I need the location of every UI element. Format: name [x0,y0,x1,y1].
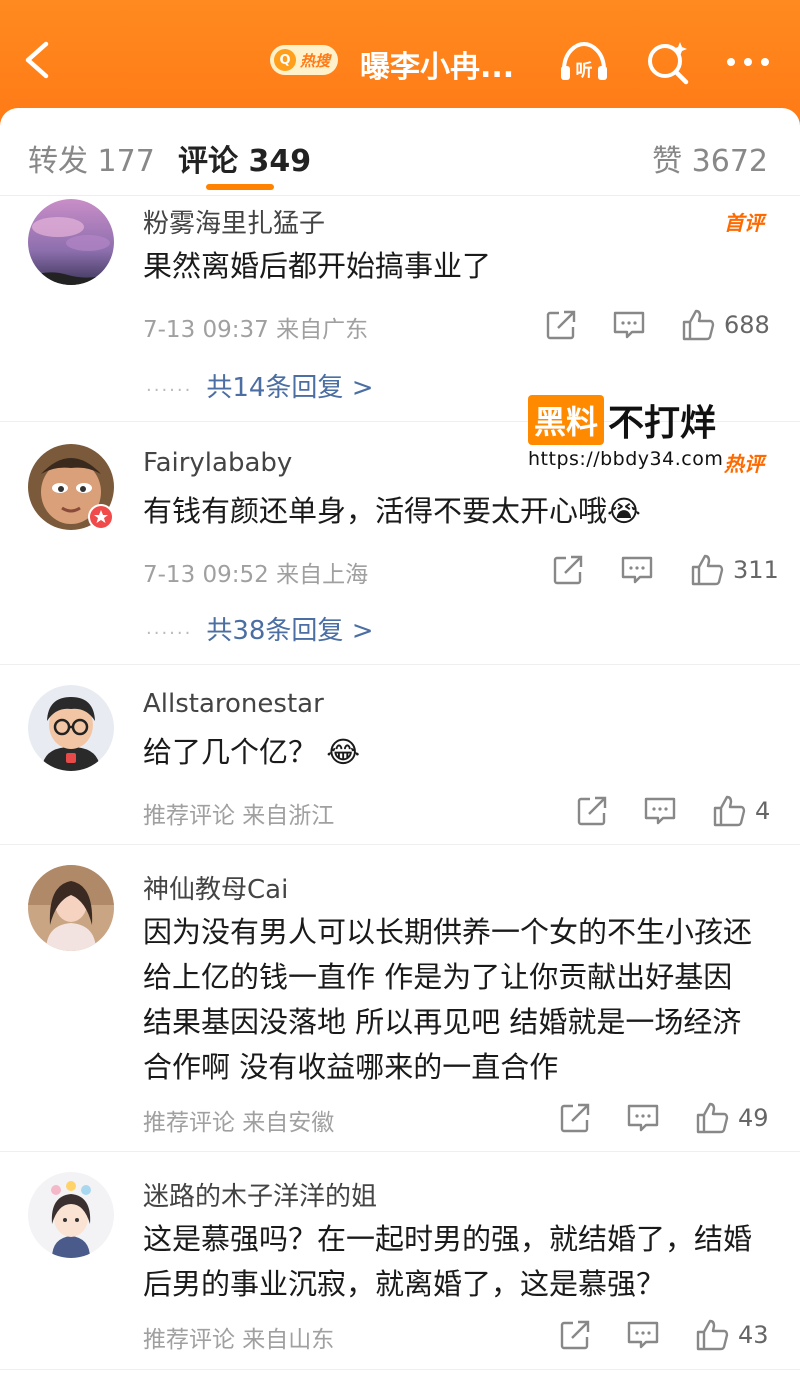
comment-item: 神仙教母Cai 因为没有男人可以长期供养一个女的不生小孩还给上亿的钱一直作 作是… [0,845,800,1152]
like-count: 688 [724,311,770,339]
like-button[interactable]: 688 [680,307,770,343]
svg-text:听: 听 [576,60,593,81]
like-count: 49 [738,1104,769,1132]
like-count: 311 [733,556,779,584]
thumbs-up-icon [691,554,724,586]
avatar[interactable] [28,444,114,530]
comment-icon[interactable] [620,553,654,587]
comment-meta: 推荐评论 来自山东 [143,1327,335,1353]
tab-active-indicator [206,184,274,190]
watermark-tag: 黑料 [528,395,605,445]
more-icon[interactable] [722,36,778,88]
comment-text: 有钱有颜还单身，活得不要太开心哦😭 [143,494,641,528]
hot-search-tag: 热搜 [300,51,331,70]
comment-text: 这是慕强吗？在一起时男的强，就结婚了，结婚后男的事业沉寂，就离婚了，这是慕强？ [143,1222,753,1301]
comment-author[interactable]: Fairylababy [143,448,292,478]
thumbs-up-icon [696,1319,729,1351]
tab-comments[interactable]: 评论 349 [178,136,311,180]
thumbs-up-icon [713,795,746,827]
tab-repost[interactable]: 转发 177 [28,136,155,180]
comment-author[interactable]: 粉雾海里扎猛子 [143,203,325,240]
share-icon[interactable] [558,1318,592,1352]
comment-text: 给了几个亿？ 😂 [143,735,361,769]
listen-icon[interactable]: 听 [556,36,612,88]
topic-title[interactable]: 曝李小冉... [360,42,514,86]
thumbs-up-icon [696,1102,729,1134]
top-bar: Q 热搜 曝李小冉... 听 [0,0,800,125]
comment-icon[interactable] [626,1101,660,1135]
comment-meta: 推荐评论 来自安徽 [143,1110,335,1136]
share-icon[interactable] [551,553,585,587]
share-icon[interactable] [575,794,609,828]
comment-meta: 推荐评论 来自浙江 [143,803,335,829]
comment-author[interactable]: 迷路的木子洋洋的姐 [143,1176,377,1213]
like-count: 43 [738,1321,769,1349]
comment-icon[interactable] [626,1318,660,1352]
comment-text: 果然离婚后都开始搞事业了 [143,249,492,283]
avatar[interactable] [28,199,114,285]
like-button[interactable]: 49 [694,1100,769,1136]
like-count: 4 [755,797,771,825]
comment-author[interactable]: Allstaronestar [143,689,324,719]
like-button[interactable]: 43 [694,1317,769,1353]
avatar[interactable] [28,865,114,951]
like-button[interactable]: 311 [689,552,779,588]
share-icon[interactable] [544,308,578,342]
comment-icon[interactable] [643,794,677,828]
watermark-url: https://bbdy34.com [528,448,724,470]
view-replies-link[interactable]: ······ 共14条回复 > [146,367,373,404]
view-replies-link[interactable]: ······ 共38条回复 > [146,610,373,647]
hot-search-badge[interactable]: Q 热搜 [270,45,339,75]
comment-meta: 7-13 09:37 来自广东 [143,317,369,343]
back-icon[interactable] [18,38,58,82]
search-icon: Q [274,49,296,71]
comment-meta: 7-13 09:52 来自上海 [143,562,369,588]
comment-author[interactable]: 神仙教母Cai [143,869,288,906]
watermark-text: 不打烊 [608,403,717,444]
tab-likes[interactable]: 赞 3672 [652,136,768,180]
verified-badge-icon [88,504,114,530]
tab-bar: 转发 177 评论 349 赞 3672 [0,108,800,196]
comment-text: 因为没有男人可以长期供养一个女的不生小孩还给上亿的钱一直作 作是为了让你贡献出好… [143,915,753,1084]
avatar[interactable] [28,1172,114,1258]
first-comment-badge: 首评 [724,211,764,235]
comment-icon[interactable] [612,308,646,342]
avatar[interactable] [28,685,114,771]
comment-item: 粉雾海里扎猛子 首评 果然离婚后都开始搞事业了 7-13 09:37 来自广东 … [0,197,800,422]
search-sparkle-icon[interactable] [640,36,696,88]
thumbs-up-icon [682,309,715,341]
comment-item: Allstaronestar 给了几个亿？ 😂 推荐评论 来自浙江 4 [0,665,800,845]
watermark: 黑料 不打烊 https://bbdy34.com [528,394,760,470]
comment-item: 迷路的木子洋洋的姐 这是慕强吗？在一起时男的强，就结婚了，结婚后男的事业沉寂，就… [0,1152,800,1370]
share-icon[interactable] [558,1101,592,1135]
like-button[interactable]: 4 [711,793,770,829]
